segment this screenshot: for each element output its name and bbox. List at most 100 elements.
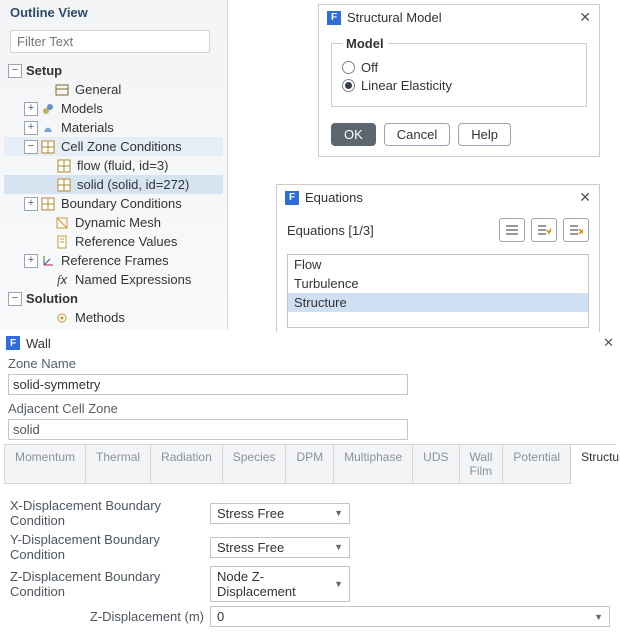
x-disp-label: X-Displacement Boundary Condition [10, 498, 210, 528]
mesh-icon [54, 215, 70, 231]
radio-off[interactable]: Off [342, 60, 576, 75]
wall-panel: F Wall ✕ Zone Name Adjacent Cell Zone Mo… [0, 332, 620, 572]
tree: − Setup General + Models + Materials − C… [0, 61, 227, 333]
filter-input[interactable] [10, 30, 210, 53]
chevron-down-icon: ▼ [334, 542, 343, 552]
bc-label: Boundary Conditions [59, 196, 184, 211]
close-icon[interactable]: ✕ [579, 189, 591, 206]
wall-title: Wall [26, 336, 51, 351]
zone-name-input[interactable] [8, 374, 408, 395]
y-disp-combo[interactable]: Stress Free ▼ [210, 537, 350, 558]
expand-icon[interactable]: + [24, 121, 38, 135]
collapse-icon[interactable]: − [24, 140, 38, 154]
tab-potential[interactable]: Potential [503, 445, 571, 483]
chevron-down-icon: ▼ [594, 612, 603, 622]
tree-node-flow-zone[interactable]: flow (fluid, id=3) [4, 156, 223, 175]
models-label: Models [59, 101, 105, 116]
tree-node-models[interactable]: + Models [4, 99, 223, 118]
named-label: Named Expressions [73, 272, 193, 287]
czc-label: Cell Zone Conditions [59, 139, 184, 154]
tree-node-setup[interactable]: − Setup [4, 61, 223, 80]
fluent-badge-icon: F [285, 191, 299, 205]
select-all-icon[interactable] [531, 218, 557, 242]
axes-icon [40, 253, 56, 269]
note-icon [54, 234, 70, 250]
ref-label: Reference Values [73, 234, 179, 249]
grid-icon [40, 196, 56, 212]
expand-icon[interactable]: + [24, 102, 38, 116]
help-button[interactable]: Help [458, 123, 511, 146]
deselect-all-icon[interactable] [563, 218, 589, 242]
materials-icon [40, 120, 56, 136]
zone-name-label: Zone Name [0, 354, 620, 373]
tab-species[interactable]: Species [223, 445, 287, 483]
z-disp-combo[interactable]: Node Z-Displacement ▼ [210, 566, 350, 602]
tab-radiation[interactable]: Radiation [151, 445, 223, 483]
dyn-label: Dynamic Mesh [73, 215, 163, 230]
z-disp-label: Z-Displacement Boundary Condition [10, 569, 210, 599]
z-disp-number: 0 [217, 609, 224, 624]
flow-label: flow (fluid, id=3) [75, 158, 170, 173]
list-icon[interactable] [499, 218, 525, 242]
tree-node-methods[interactable]: Methods [4, 308, 223, 327]
tree-node-cell-zone-conditions[interactable]: − Cell Zone Conditions [4, 137, 223, 156]
fx-icon: fx [54, 272, 70, 288]
models-icon [40, 101, 56, 117]
close-icon[interactable]: ✕ [579, 9, 591, 26]
tab-multiphase[interactable]: Multiphase [334, 445, 413, 483]
tree-node-boundary-conditions[interactable]: + Boundary Conditions [4, 194, 223, 213]
radio-icon [342, 79, 355, 92]
radio-off-label: Off [361, 60, 378, 75]
tree-node-general[interactable]: General [4, 80, 223, 99]
tree-node-named-expressions[interactable]: fx Named Expressions [4, 270, 223, 289]
outline-title: Outline View [0, 0, 227, 25]
list-item[interactable]: Turbulence [288, 274, 588, 293]
expand-icon[interactable]: + [24, 254, 38, 268]
materials-label: Materials [59, 120, 116, 135]
grid-icon [56, 177, 72, 193]
equations-dialog: F Equations ✕ Equations [1/3] Flow Turbu… [276, 184, 600, 339]
dialog-title: Structural Model [347, 10, 442, 25]
fluent-badge-icon: F [6, 336, 20, 350]
tab-momentum[interactable]: Momentum [5, 445, 86, 483]
collapse-icon[interactable]: − [8, 292, 22, 306]
solid-label: solid (solid, id=272) [75, 177, 191, 192]
tab-thermal[interactable]: Thermal [86, 445, 151, 483]
list-item[interactable]: Structure [288, 293, 588, 312]
model-fieldset: Model Off Linear Elasticity [331, 36, 587, 107]
tab-dpm[interactable]: DPM [286, 445, 334, 483]
collapse-icon[interactable]: − [8, 64, 22, 78]
z-disp-value-label: Z-Displacement (m) [10, 609, 210, 624]
tree-node-solution[interactable]: − Solution [4, 289, 223, 308]
tab-uds[interactable]: UDS [413, 445, 459, 483]
x-disp-combo[interactable]: Stress Free ▼ [210, 503, 350, 524]
x-disp-value: Stress Free [217, 506, 284, 521]
tab-wall-film[interactable]: Wall Film [460, 445, 504, 483]
equations-listbox[interactable]: Flow Turbulence Structure [287, 254, 589, 328]
expand-icon[interactable]: + [24, 197, 38, 211]
general-label: General [73, 82, 123, 97]
ok-button[interactable]: OK [331, 123, 376, 146]
tree-node-solid-zone[interactable]: solid (solid, id=272) [4, 175, 223, 194]
grid-icon [56, 158, 72, 174]
y-disp-value: Stress Free [217, 540, 284, 555]
tree-node-reference-frames[interactable]: + Reference Frames [4, 251, 223, 270]
tree-node-reference-values[interactable]: Reference Values [4, 232, 223, 251]
list-item[interactable]: Flow [288, 255, 588, 274]
fluent-badge-icon: F [327, 11, 341, 25]
frames-label: Reference Frames [59, 253, 171, 268]
cancel-button[interactable]: Cancel [384, 123, 450, 146]
equations-count: Equations [1/3] [287, 223, 374, 238]
close-icon[interactable]: ✕ [603, 335, 614, 351]
tree-node-materials[interactable]: + Materials [4, 118, 223, 137]
gear-icon [54, 310, 70, 326]
outline-panel: Outline View − Setup General + Models + … [0, 0, 228, 330]
tree-node-dynamic-mesh[interactable]: Dynamic Mesh [4, 213, 223, 232]
tab-structure[interactable]: Structure [571, 445, 620, 484]
adjacent-zone-input [8, 419, 408, 440]
wall-tabs: Momentum Thermal Radiation Species DPM M… [4, 444, 616, 484]
z-disp-value-input[interactable]: 0 ▼ [210, 606, 610, 627]
radio-linear-label: Linear Elasticity [361, 78, 452, 93]
methods-label: Methods [73, 310, 127, 325]
radio-linear-elasticity[interactable]: Linear Elasticity [342, 78, 576, 93]
